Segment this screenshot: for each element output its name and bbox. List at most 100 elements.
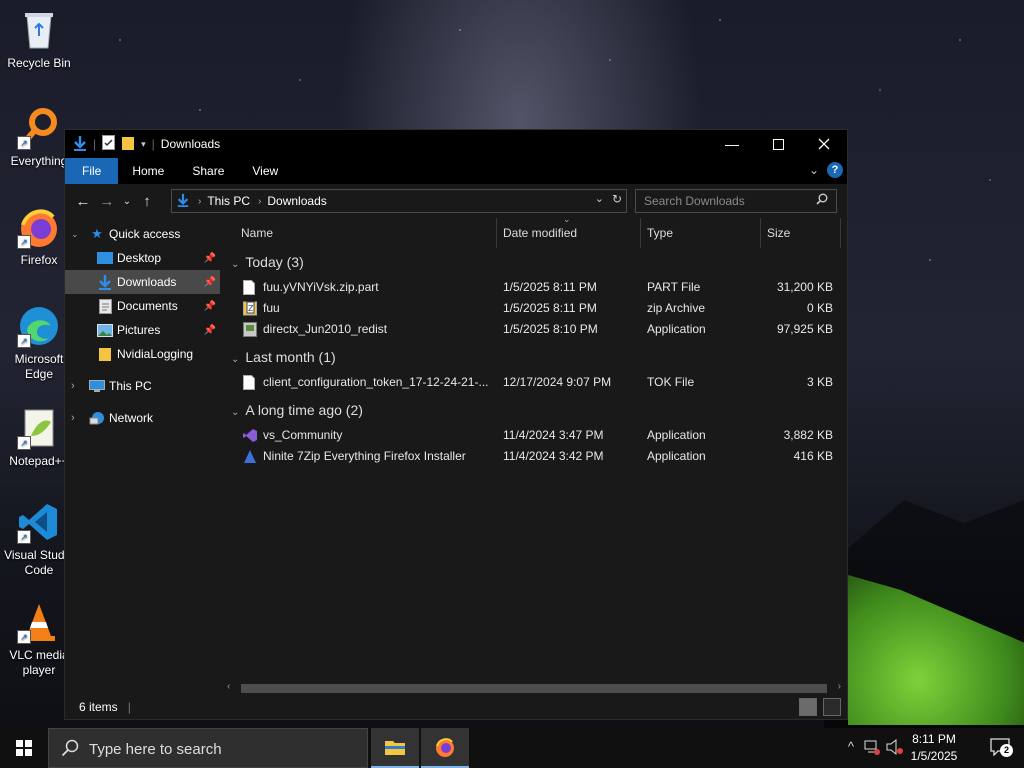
title-bar[interactable]: | ▾ | Downloads — bbox=[65, 130, 847, 158]
nav-item-desktop[interactable]: Desktop 📌 bbox=[65, 246, 220, 270]
customize-toolbar-icon[interactable]: ▾ bbox=[141, 139, 146, 150]
table-row[interactable]: Ninite 7Zip Everything Firefox Installer… bbox=[221, 446, 847, 467]
folder-icon bbox=[97, 346, 113, 362]
nav-item-documents[interactable]: Documents 📌 bbox=[65, 294, 220, 318]
breadcrumb-separator: › bbox=[258, 195, 262, 207]
quick-access-toolbar: | ▾ | bbox=[65, 135, 155, 154]
tab-share[interactable]: Share bbox=[178, 158, 238, 184]
group-header-last-month[interactable]: ⌄ Last month (1) bbox=[231, 349, 336, 365]
details-view-icon[interactable] bbox=[799, 698, 817, 716]
recent-locations-chevron-icon[interactable]: ⌄ bbox=[119, 196, 135, 207]
ribbon-tabs: File Home Share View ⌄ ? bbox=[65, 158, 847, 184]
pin-icon[interactable]: 📌 bbox=[204, 253, 216, 264]
taskbar-firefox[interactable] bbox=[421, 728, 469, 768]
table-row[interactable]: fuu.yVNYiVsk.zip.part 1/5/2025 8:11 PM P… bbox=[221, 277, 847, 298]
search-box[interactable]: Search Downloads bbox=[635, 189, 837, 213]
chevron-down-icon[interactable]: ⌄ bbox=[71, 229, 79, 240]
address-bar-row: ← → ⌄ ↑ › This PC › Downloads ⌄ ↻ Search… bbox=[65, 184, 847, 218]
network-status-icon[interactable] bbox=[864, 739, 880, 758]
taskbar: Type here to search ^ 8:11 PM 1/5/2025 2 bbox=[0, 728, 1024, 768]
help-icon[interactable]: ? bbox=[827, 162, 843, 178]
scrollbar-thumb[interactable] bbox=[241, 684, 827, 693]
shortcut-arrow-icon: ↗ bbox=[17, 136, 31, 150]
taskbar-file-explorer[interactable] bbox=[371, 728, 419, 768]
volume-muted-icon[interactable] bbox=[886, 738, 904, 758]
download-icon bbox=[97, 274, 113, 290]
navigation-pane: ⌄ ★ Quick access Desktop 📌 Downloads 📌 D… bbox=[65, 218, 220, 697]
up-arrow-icon[interactable]: ↑ bbox=[135, 193, 159, 210]
properties-icon[interactable] bbox=[102, 135, 116, 153]
column-headers: Name Date modified Type Size ⌄ bbox=[221, 214, 847, 248]
back-arrow-icon[interactable]: ← bbox=[71, 193, 95, 210]
table-row[interactable]: vs_Community 11/4/2024 3:47 PM Applicati… bbox=[221, 425, 847, 446]
clock-date: 1/5/2025 bbox=[910, 749, 958, 763]
tab-file[interactable]: File bbox=[65, 158, 119, 184]
nav-item-downloads[interactable]: Downloads 📌 bbox=[65, 270, 220, 294]
breadcrumb-downloads[interactable]: Downloads bbox=[267, 194, 326, 208]
nav-item-nvidialogging[interactable]: NvidiaLogging bbox=[65, 342, 220, 366]
minimize-button[interactable]: — bbox=[709, 130, 755, 158]
sort-chevron-icon: ⌄ bbox=[563, 214, 571, 224]
chevron-up-icon[interactable]: ^ bbox=[848, 739, 854, 754]
file-explorer-icon bbox=[385, 741, 405, 755]
scroll-right-icon[interactable]: › bbox=[838, 681, 841, 692]
table-row[interactable]: Z fuu 1/5/2025 8:11 PM zip Archive 0 KB bbox=[221, 298, 847, 319]
chevron-down-icon: ⌄ bbox=[231, 354, 240, 365]
desktop-icon-recycle-bin[interactable]: Recycle Bin bbox=[0, 8, 78, 71]
forward-arrow-icon[interactable]: → bbox=[95, 193, 119, 210]
chevron-right-icon[interactable]: › bbox=[71, 412, 75, 424]
explorer-window[interactable]: | ▾ | Downloads — File Home Share View ⌄… bbox=[64, 129, 848, 720]
column-header-type[interactable]: Type bbox=[641, 218, 761, 248]
zip-icon: Z bbox=[243, 301, 257, 316]
search-icon bbox=[61, 739, 79, 760]
large-icons-view-icon[interactable] bbox=[823, 698, 841, 716]
pc-icon bbox=[89, 378, 105, 394]
shortcut-arrow-icon: ↗ bbox=[17, 436, 31, 450]
window-title: Downloads bbox=[160, 137, 221, 151]
shortcut-arrow-icon: ↗ bbox=[17, 334, 31, 348]
taskbar-search-box[interactable]: Type here to search bbox=[48, 728, 368, 768]
tab-view[interactable]: View bbox=[238, 158, 292, 184]
clock-time: 8:11 PM bbox=[912, 732, 956, 746]
shortcut-arrow-icon: ↗ bbox=[17, 630, 31, 644]
breadcrumb-this-pc[interactable]: This PC bbox=[207, 194, 250, 208]
table-row[interactable]: directx_Jun2010_redist 1/5/2025 8:10 PM … bbox=[221, 319, 847, 340]
notification-center-button[interactable]: 2 bbox=[990, 738, 1013, 759]
nav-item-network[interactable]: › Network bbox=[65, 406, 220, 430]
scroll-left-icon[interactable]: ‹ bbox=[227, 681, 230, 692]
separator: | bbox=[93, 137, 97, 151]
pin-icon[interactable]: 📌 bbox=[204, 277, 216, 288]
new-folder-icon[interactable] bbox=[121, 135, 135, 154]
blank-file-icon bbox=[243, 280, 257, 295]
download-location-icon bbox=[176, 193, 190, 210]
ninite-icon bbox=[243, 449, 257, 464]
group-header-today[interactable]: ⌄ Today (3) bbox=[231, 254, 304, 270]
shortcut-arrow-icon: ↗ bbox=[17, 235, 31, 249]
pin-icon[interactable]: 📌 bbox=[204, 301, 216, 312]
notepad-plus-plus-icon: ↗ bbox=[17, 406, 61, 450]
nav-item-this-pc[interactable]: › This PC bbox=[65, 374, 220, 398]
chevron-right-icon[interactable]: › bbox=[71, 380, 75, 392]
expand-ribbon-icon[interactable]: ⌄ bbox=[809, 163, 819, 177]
tab-home[interactable]: Home bbox=[118, 158, 178, 184]
search-input[interactable]: Search Downloads bbox=[644, 194, 745, 208]
blank-file-icon bbox=[243, 375, 257, 390]
close-button[interactable] bbox=[801, 130, 847, 158]
group-header-long-time-ago[interactable]: ⌄ A long time ago (2) bbox=[231, 402, 363, 418]
column-header-name[interactable]: Name bbox=[235, 218, 497, 248]
table-row[interactable]: client_configuration_token_17-12-24-21-.… bbox=[221, 372, 847, 393]
firefox-icon: ↗ bbox=[17, 205, 61, 249]
address-dropdown-chevron-icon[interactable]: ⌄ bbox=[595, 192, 604, 206]
nav-item-pictures[interactable]: Pictures 📌 bbox=[65, 318, 220, 342]
status-bar: 6 items | bbox=[65, 695, 847, 719]
address-bar[interactable]: › This PC › Downloads ⌄ ↻ bbox=[171, 189, 627, 213]
refresh-icon[interactable]: ↻ bbox=[612, 192, 622, 206]
column-header-size[interactable]: Size bbox=[761, 218, 841, 248]
clock[interactable]: 8:11 PM 1/5/2025 bbox=[904, 731, 964, 765]
nav-item-quick-access[interactable]: ⌄ ★ Quick access bbox=[65, 222, 220, 246]
maximize-button[interactable] bbox=[755, 130, 801, 158]
taskbar-search-input[interactable]: Type here to search bbox=[89, 741, 222, 758]
pin-icon[interactable]: 📌 bbox=[204, 325, 216, 336]
start-button[interactable] bbox=[0, 728, 48, 768]
star-icon: ★ bbox=[91, 226, 103, 241]
